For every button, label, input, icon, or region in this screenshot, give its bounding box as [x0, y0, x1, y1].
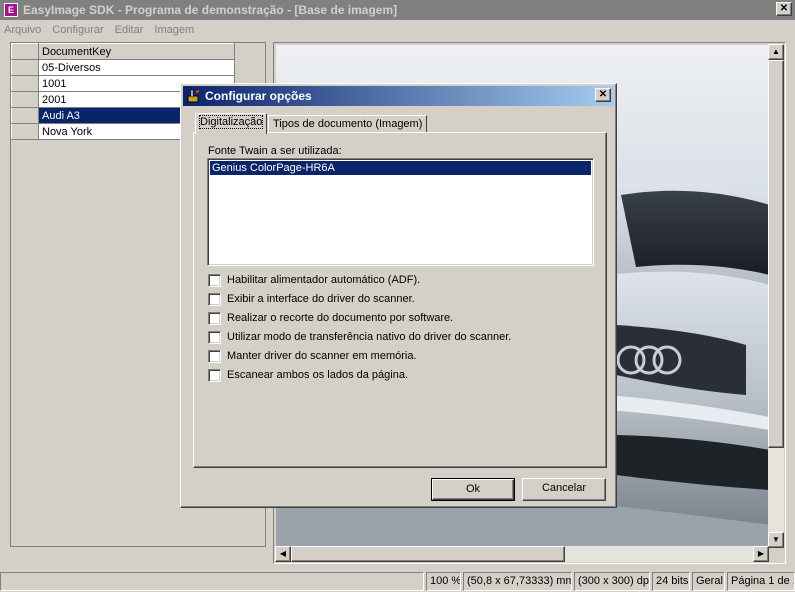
checkbox-label: Escanear ambos os lados da página.	[227, 369, 409, 381]
dialog-close-button[interactable]: ✕	[595, 88, 611, 102]
vertical-scroll-thumb[interactable]	[768, 60, 784, 448]
status-size: (50,8 x 67,73333) mm	[463, 572, 572, 591]
checkbox-label: Utilizar modo de transferência nativo do…	[227, 331, 512, 343]
checkbox[interactable]	[208, 368, 221, 382]
status-bar: 100 % (50,8 x 67,73333) mm (300 x 300) d…	[0, 572, 795, 592]
option-keep-driver-memory[interactable]: Manter driver do scanner em memória.	[208, 348, 417, 364]
checkbox[interactable]	[208, 292, 221, 306]
menu-editar[interactable]: Editar	[115, 24, 144, 36]
grid-header-row: DocumentKey	[11, 43, 235, 60]
scroll-left-button[interactable]: ◀	[275, 546, 291, 562]
dialog-title-bar[interactable]: Configurar opções ✕	[183, 86, 614, 106]
scroll-down-button[interactable]: ▼	[768, 532, 784, 548]
option-software-crop[interactable]: Realizar o recorte do documento por soft…	[208, 310, 453, 326]
ok-button[interactable]: Ok	[431, 478, 515, 501]
checkbox[interactable]	[208, 273, 221, 287]
row-indicator[interactable]	[11, 75, 39, 92]
vertical-scrollbar[interactable]: ▲ ▼	[768, 44, 784, 548]
cancel-button[interactable]: Cancelar	[522, 478, 606, 501]
menu-bar: Arquivo Configurar Editar Imagem	[0, 20, 795, 39]
main-title-bar[interactable]: E EasyImage SDK - Programa de demonstraç…	[0, 0, 795, 20]
ok-button-label: Ok	[432, 479, 514, 500]
checkbox-label: Habilitar alimentador automático (ADF).	[227, 274, 421, 286]
checkbox[interactable]	[208, 311, 221, 325]
twain-source-list[interactable]: Genius ColorPage-HR6A	[207, 158, 594, 266]
tab-label: Digitalização	[198, 115, 264, 129]
row-indicator[interactable]	[11, 91, 39, 108]
configure-options-dialog: Configurar opções ✕ Digitalização Tipos …	[180, 83, 617, 508]
checkbox[interactable]	[208, 349, 221, 363]
dialog-title: Configurar opções	[205, 89, 312, 103]
option-duplex[interactable]: Escanear ambos os lados da página.	[208, 367, 408, 383]
close-window-button[interactable]: ✕	[776, 2, 792, 16]
scroll-up-button[interactable]: ▲	[768, 44, 784, 60]
checkbox-label: Exibir a interface do driver do scanner.	[227, 293, 415, 305]
horizontal-scroll-thumb[interactable]	[291, 546, 565, 562]
window-title: EasyImage SDK - Programa de demonstração…	[23, 3, 398, 17]
tools-icon	[186, 88, 202, 104]
scroll-right-button[interactable]: ▶	[753, 546, 769, 562]
menu-configurar[interactable]: Configurar	[52, 24, 103, 36]
app-icon: E	[4, 3, 18, 17]
menu-imagem[interactable]: Imagem	[154, 24, 194, 36]
option-show-driver-ui[interactable]: Exibir a interface do driver do scanner.	[208, 291, 415, 307]
column-header-documentkey[interactable]: DocumentKey	[38, 43, 235, 60]
row-indicator[interactable]	[11, 123, 39, 140]
twain-source-label: Fonte Twain a ser utilizada:	[208, 145, 342, 157]
grid-corner	[11, 43, 39, 60]
option-adf[interactable]: Habilitar alimentador automático (ADF).	[208, 272, 420, 288]
checkbox[interactable]	[208, 330, 221, 344]
row-indicator[interactable]	[11, 107, 39, 124]
status-zoom: 100 %	[426, 572, 461, 591]
table-row[interactable]: 05-Diversos	[11, 59, 235, 76]
checkbox-label: Realizar o recorte do documento por soft…	[227, 312, 454, 324]
checkbox-label: Manter driver do scanner em memória.	[227, 350, 417, 362]
status-page: Página 1 de 1	[727, 572, 795, 591]
status-message	[0, 572, 424, 591]
status-dpi: (300 x 300) dpi	[574, 572, 650, 591]
status-mode: Geral	[692, 572, 725, 591]
status-bits: 24 bits	[652, 572, 690, 591]
row-indicator[interactable]	[11, 59, 39, 76]
list-item[interactable]: Genius ColorPage-HR6A	[210, 161, 591, 175]
tab-panel-digitalizacao: Fonte Twain a ser utilizada: Genius Colo…	[193, 132, 607, 468]
tab-digitalizacao[interactable]: Digitalização	[195, 113, 268, 134]
tab-label: Tipos de documento (Imagem)	[273, 118, 423, 130]
grid-cell[interactable]: 05-Diversos	[38, 59, 235, 76]
menu-arquivo[interactable]: Arquivo	[4, 24, 41, 36]
tab-tipos-de-documento[interactable]: Tipos de documento (Imagem)	[268, 115, 428, 133]
option-native-transfer[interactable]: Utilizar modo de transferência nativo do…	[208, 329, 511, 345]
horizontal-scrollbar[interactable]: ◀ ▶	[275, 546, 769, 562]
